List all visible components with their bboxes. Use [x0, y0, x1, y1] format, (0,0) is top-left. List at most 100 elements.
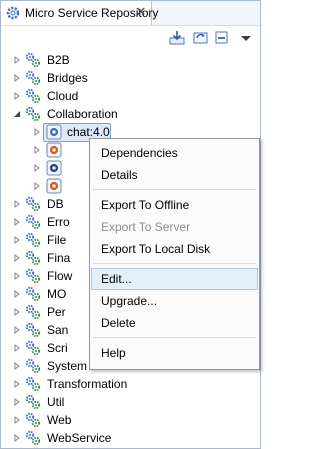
expand-arrow-icon[interactable] — [13, 218, 21, 226]
tree-item-label: B2B — [47, 53, 70, 67]
menu-item-edit[interactable]: Edit... — [91, 268, 258, 290]
close-icon[interactable]: ✕ — [134, 5, 148, 19]
expand-arrow-icon[interactable] — [13, 380, 21, 388]
tree-item-label: Cloud — [47, 89, 79, 103]
expand-arrow-icon[interactable] — [13, 290, 21, 298]
menu-item-label: Help — [101, 346, 126, 360]
expand-arrow-icon[interactable] — [13, 236, 21, 244]
menu-item-export-to-server: Export To Server — [91, 216, 258, 238]
menu-item-dependencies[interactable]: Dependencies — [91, 142, 258, 164]
category-gear-icon — [25, 88, 41, 104]
service-icon — [46, 142, 62, 158]
category-gear-icon — [25, 196, 41, 212]
menu-item-label: Dependencies — [101, 146, 178, 160]
expand-arrow-icon[interactable] — [13, 434, 21, 442]
tree-item-label: Web — [47, 413, 72, 427]
tree-item-label: DB — [47, 197, 64, 211]
tree-item-label: Fina — [47, 251, 71, 265]
tree-category-item[interactable]: Collaboration — [1, 105, 260, 123]
tree-item-label: MO — [47, 287, 67, 301]
expand-arrow-icon[interactable] — [13, 56, 21, 64]
tab-bar: Micro Service Repository ✕ — [1, 1, 260, 26]
category-gear-icon — [25, 214, 41, 230]
tree-item-label: Per — [47, 305, 66, 319]
menu-item-help[interactable]: Help — [91, 342, 258, 364]
category-gear-icon — [25, 232, 41, 248]
category-gear-icon — [25, 340, 41, 356]
category-gear-icon — [25, 358, 41, 374]
category-gear-icon — [25, 394, 41, 410]
category-gear-icon — [25, 286, 41, 302]
menu-separator — [93, 337, 256, 338]
tree-category-item[interactable]: Cloud — [1, 87, 260, 105]
tree-item-label: WebService — [47, 431, 112, 445]
tree-item-label: Util — [47, 395, 65, 409]
category-gear-icon — [25, 52, 41, 68]
view-toolbar — [1, 25, 260, 50]
tree-item-label: Transformation — [47, 377, 128, 391]
service-icon — [46, 124, 62, 140]
category-gear-icon — [25, 412, 41, 428]
tree-item-label: San — [47, 323, 69, 337]
expand-arrow-icon[interactable] — [33, 164, 41, 172]
menu-item-label: Export To Offline — [101, 198, 190, 212]
expand-arrow-icon[interactable] — [13, 326, 21, 334]
expand-arrow-icon[interactable] — [33, 146, 41, 154]
menu-item-upgrade[interactable]: Upgrade... — [91, 290, 258, 312]
menu-item-details[interactable]: Details — [91, 164, 258, 186]
expand-arrow-icon[interactable] — [13, 200, 21, 208]
import-icon[interactable] — [168, 29, 186, 47]
category-gear-icon — [25, 268, 41, 284]
repository-view: Micro Service Repository ✕ B2B Bridges C… — [0, 0, 261, 449]
expand-arrow-icon[interactable] — [13, 344, 21, 352]
tree-category-item[interactable]: Util — [1, 393, 260, 411]
tree-category-item[interactable]: B2B — [1, 51, 260, 69]
menu-item-label: Edit... — [101, 272, 132, 286]
tree-item-label: Scri — [47, 341, 68, 355]
menu-item-label: Upgrade... — [101, 294, 158, 308]
expand-arrow-icon[interactable] — [33, 128, 41, 136]
expand-arrow-icon[interactable] — [13, 308, 21, 316]
tree-item-label: chat:4.0 — [67, 125, 110, 139]
expand-arrow-icon[interactable] — [13, 416, 21, 424]
expand-arrow-icon[interactable] — [13, 362, 21, 370]
context-menu: Dependencies Details Export To Offline Expo… — [89, 138, 260, 370]
category-gear-icon — [25, 106, 41, 122]
expand-arrow-icon[interactable] — [13, 272, 21, 280]
expand-arrow-icon[interactable] — [13, 92, 21, 100]
tree-category-item[interactable]: Bridges — [1, 69, 260, 87]
category-gear-icon — [25, 304, 41, 320]
expand-arrow-icon[interactable] — [33, 182, 41, 190]
category-gear-icon — [25, 430, 41, 446]
menu-separator — [93, 189, 256, 190]
tree-item-label: Bridges — [47, 71, 88, 85]
sync-icon[interactable] — [192, 29, 210, 47]
menu-item-delete[interactable]: Delete — [91, 312, 258, 334]
menu-item-export-to-local-disk[interactable]: Export To Local Disk — [91, 238, 258, 260]
view-menu-icon[interactable] — [237, 29, 255, 47]
tab-micro-service-repository[interactable]: Micro Service Repository ✕ — [1, 1, 158, 26]
category-gear-icon — [25, 376, 41, 392]
minimize-icon[interactable] — [213, 29, 231, 47]
service-icon — [46, 178, 62, 194]
tree-category-item[interactable]: Transformation — [1, 375, 260, 393]
tree-item-label: File — [47, 233, 67, 247]
menu-item-export-to-offline[interactable]: Export To Offline — [91, 194, 258, 216]
expand-arrow-icon[interactable] — [13, 74, 21, 82]
tree-item-label: Erro — [47, 215, 70, 229]
menu-item-label: Details — [101, 168, 138, 182]
tree-category-item[interactable]: Web — [1, 411, 260, 429]
category-gear-icon — [25, 70, 41, 86]
expand-arrow-icon[interactable] — [13, 254, 21, 262]
menu-item-label: Export To Local Disk — [101, 242, 211, 256]
tree-category-item[interactable]: WebService — [1, 429, 260, 447]
collapse-arrow-icon[interactable] — [13, 110, 21, 118]
tree-item-label: Collaboration — [47, 107, 118, 121]
category-gear-icon — [25, 250, 41, 266]
tree-item-label: Flow — [47, 269, 73, 283]
category-gear-icon — [25, 322, 41, 338]
repository-icon — [6, 6, 20, 20]
menu-item-label: Delete — [101, 316, 136, 330]
menu-separator — [93, 263, 256, 264]
expand-arrow-icon[interactable] — [13, 398, 21, 406]
